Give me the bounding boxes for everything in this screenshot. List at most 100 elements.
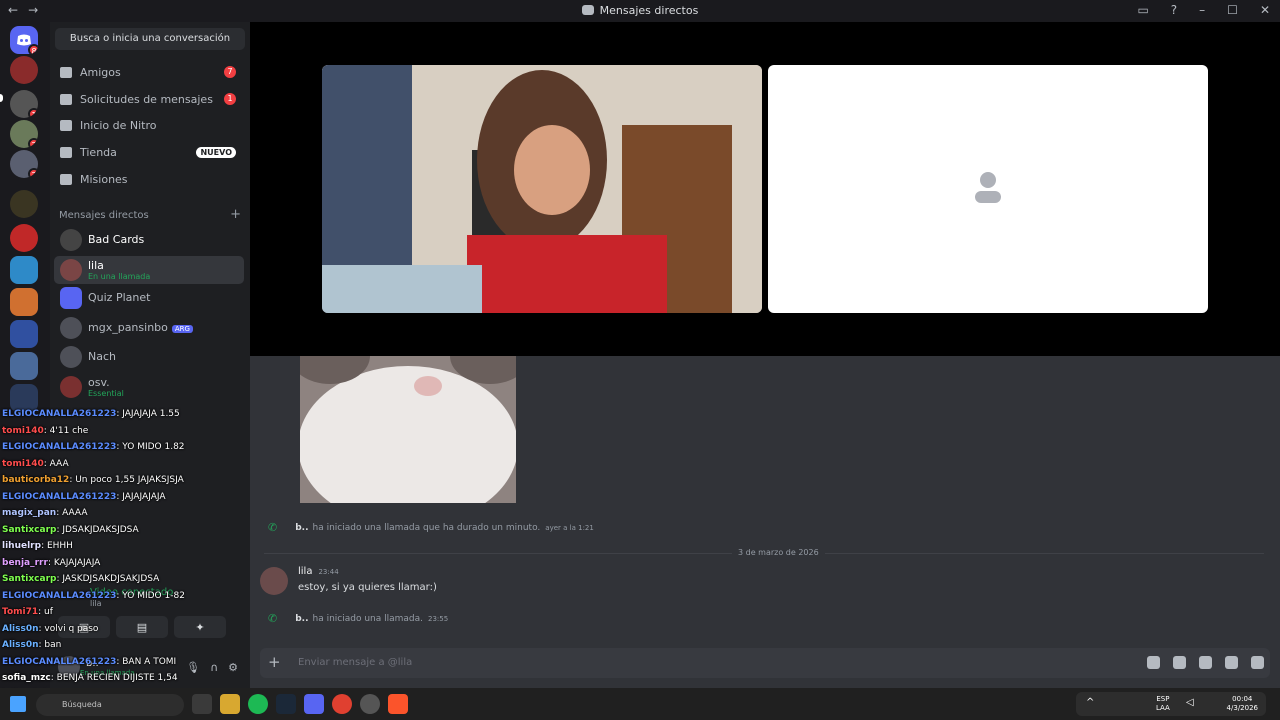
dm-search-button[interactable]: Busca o inicia una conversación: [55, 28, 245, 50]
dm-status: En una llamada: [88, 271, 151, 281]
server-badge: 2: [28, 168, 38, 178]
video-tile[interactable]: [322, 65, 762, 313]
nav-quests[interactable]: Misiones: [54, 166, 244, 192]
server-icon[interactable]: [10, 288, 38, 316]
server-badge: 8: [28, 44, 38, 54]
nav-message-requests[interactable]: Solicitudes de mensajes 1: [54, 86, 244, 112]
discord-icon[interactable]: [304, 694, 324, 714]
maximize-button[interactable]: ☐: [1227, 3, 1238, 17]
brave-icon[interactable]: [388, 694, 408, 714]
message-composer: + Enviar mensaje a @lila: [260, 648, 1270, 678]
microphone-icon[interactable]: 🎙: [186, 661, 200, 674]
server-icon[interactable]: [10, 56, 38, 84]
add-attachment-icon[interactable]: +: [268, 654, 281, 670]
help-icon[interactable]: ?: [1171, 3, 1177, 17]
call-user[interactable]: b..: [295, 614, 308, 624]
nav-label: Tienda: [80, 145, 117, 159]
language-indicator[interactable]: ESP LAA: [1156, 695, 1170, 713]
server-icon[interactable]: [10, 320, 38, 348]
message-header: lila 23:44: [298, 566, 339, 577]
server-icon[interactable]: [10, 224, 38, 252]
friends-icon: [60, 66, 72, 78]
taskview-icon[interactable]: [192, 694, 212, 714]
dm-name: Nach: [88, 350, 116, 363]
dm-item[interactable]: Nach: [54, 343, 244, 371]
add-dm-icon[interactable]: +: [230, 208, 241, 221]
avatar: [60, 317, 82, 339]
obs-icon[interactable]: [360, 694, 380, 714]
screen-share-button[interactable]: ▤: [116, 616, 168, 638]
user-status: En una llamada: [80, 668, 135, 677]
nav-nitro[interactable]: Inicio de Nitro: [54, 112, 244, 138]
taskbar-search[interactable]: Búsqueda: [36, 694, 184, 716]
dm-item[interactable]: Quiz Planet: [54, 284, 244, 312]
server-icon[interactable]: [10, 256, 38, 284]
voice-panel: Video conectado lila ▣ ▤ ✦: [54, 582, 244, 642]
avatar: [60, 259, 82, 281]
call-log-row: ✆ b.. ha iniciado una llamada que ha dur…: [268, 521, 594, 534]
username: b..: [86, 657, 99, 669]
apps-icon[interactable]: [1251, 656, 1264, 669]
chrome-icon[interactable]: [332, 694, 352, 714]
window-title: Mensajes directos: [0, 4, 1280, 17]
message-input[interactable]: Enviar mensaje a @lila: [298, 657, 412, 668]
steam-icon[interactable]: [276, 694, 296, 714]
server-badge: 2: [28, 138, 38, 148]
dm-name-text: mgx_pansinbo: [88, 320, 168, 334]
close-button[interactable]: ✕: [1260, 3, 1270, 17]
server-icon[interactable]: 2: [10, 120, 38, 148]
call-text: ha iniciado una llamada.: [312, 613, 424, 624]
cat-image-attachment[interactable]: [300, 356, 516, 503]
sticker-icon[interactable]: [1199, 656, 1212, 669]
nav-count: 1: [224, 93, 236, 105]
author-avatar[interactable]: [260, 567, 288, 595]
call-area: [250, 22, 1280, 356]
dm-item-selected[interactable]: lila En una llamada: [54, 256, 244, 284]
windows-start-icon[interactable]: [10, 696, 26, 712]
nav-friends[interactable]: Amigos 7: [54, 59, 244, 85]
dm-name: lila: [88, 258, 104, 272]
user-panel: b.. En una llamada 🎙 ∩ ⚙: [54, 650, 244, 684]
headphones-icon[interactable]: ∩: [210, 661, 218, 674]
avatar: [60, 287, 82, 309]
dm-item[interactable]: osv. Essential: [54, 373, 244, 401]
gift-icon[interactable]: [1147, 656, 1160, 669]
emoji-icon[interactable]: [1225, 656, 1238, 669]
minimize-button[interactable]: –: [1199, 3, 1205, 17]
server-icon[interactable]: [10, 352, 38, 380]
dm-item[interactable]: Bad Cards: [54, 226, 244, 254]
server-icon[interactable]: 2: [10, 150, 38, 178]
discord-home-icon[interactable]: 8: [10, 26, 38, 54]
chevron-up-icon[interactable]: ^: [1086, 697, 1094, 708]
user-avatar[interactable]: [58, 656, 80, 678]
dm-header-label: Mensajes directos: [59, 210, 149, 221]
author-name[interactable]: lila: [298, 566, 312, 577]
nav-label: Inicio de Nitro: [80, 118, 157, 132]
clock-date: 4/3/2026: [1226, 704, 1258, 712]
window-title-text: Mensajes directos: [599, 4, 699, 17]
server-icon[interactable]: [10, 384, 38, 412]
nav-shop[interactable]: Tienda NUEVO: [54, 139, 244, 165]
gif-icon[interactable]: [1173, 656, 1186, 669]
dm-name: Bad Cards: [88, 233, 145, 246]
camera-button[interactable]: ▣: [58, 616, 110, 638]
server-icon[interactable]: 1: [10, 90, 38, 118]
camera-off-tile[interactable]: [768, 65, 1208, 313]
inbox-icon[interactable]: ▭: [1137, 3, 1148, 17]
timestamp: 23:55: [428, 614, 449, 623]
dm-item[interactable]: mgx_pansinbo ARG: [54, 314, 244, 342]
clock[interactable]: 00:04 4/3/2026: [1227, 695, 1258, 713]
volume-icon[interactable]: ◁: [1186, 697, 1194, 708]
nitro-icon: [60, 119, 72, 131]
call-user[interactable]: b..: [295, 523, 308, 533]
settings-gear-icon[interactable]: ⚙: [228, 661, 238, 674]
avatar: [60, 346, 82, 368]
file-explorer-icon[interactable]: [220, 694, 240, 714]
dm-name: Quiz Planet: [88, 291, 151, 304]
dm-name: mgx_pansinbo ARG: [88, 320, 193, 335]
activities-button[interactable]: ✦: [174, 616, 226, 638]
taskbar-apps: [192, 694, 408, 714]
unread-pill: [0, 94, 3, 102]
spotify-icon[interactable]: [248, 694, 268, 714]
server-icon[interactable]: [10, 190, 38, 218]
